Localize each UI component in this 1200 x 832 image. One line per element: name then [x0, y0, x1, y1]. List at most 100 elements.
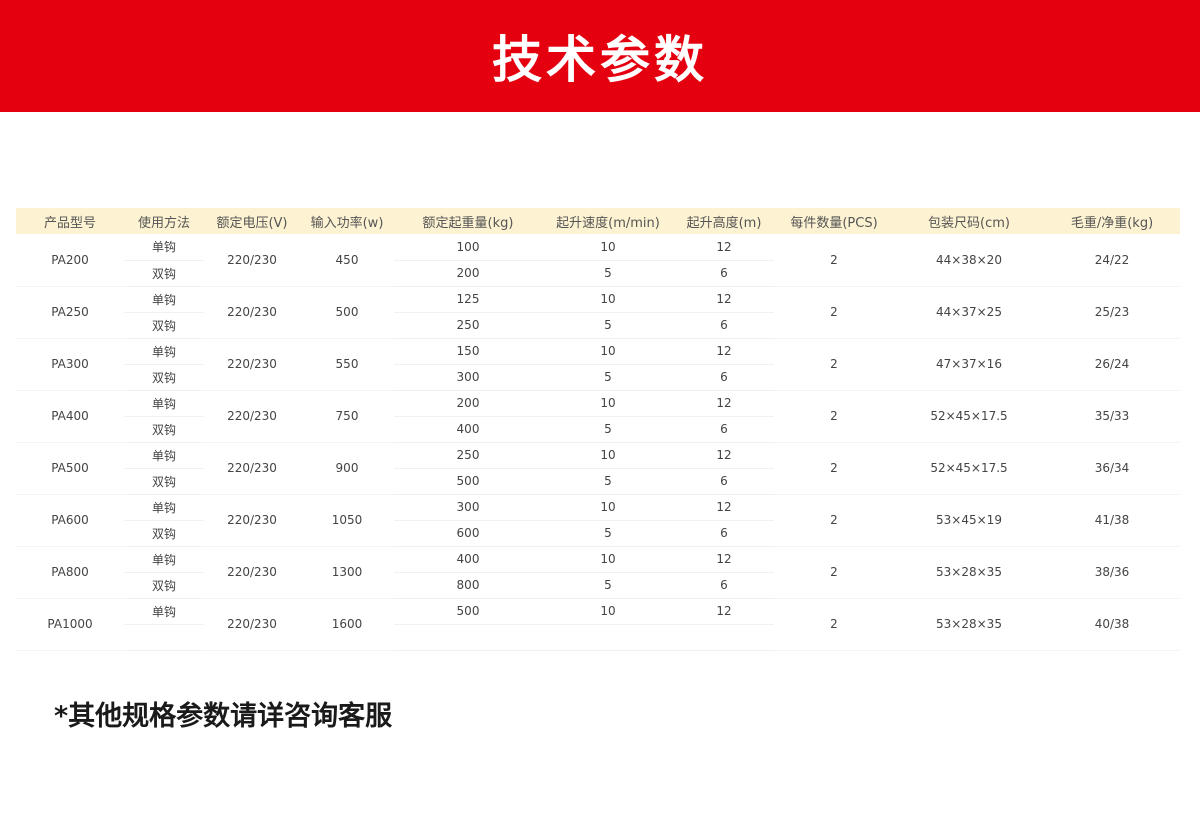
cell-power: 1050: [300, 494, 394, 547]
cell-speed: 5: [542, 572, 674, 599]
cell-power: 1600: [300, 598, 394, 651]
cell-speed: [542, 624, 674, 651]
cell-pack-size: 47×37×16: [894, 338, 1044, 391]
table-row: PA300 单钩 220/230 550 150 10 12 2 47×37×16 26/24: [16, 338, 1180, 391]
spec-table-container: 产品型号 使用方法 额定电压(V) 输入功率(w) 额定起重量(kg) 起升速度…: [16, 208, 1180, 651]
cell-load: 400: [394, 546, 542, 573]
cell-weight: 41/38: [1044, 494, 1180, 547]
cell-load: 800: [394, 572, 542, 599]
header-cell: 包装尺码(cm): [894, 208, 1044, 234]
cell-voltage: 220/230: [204, 234, 300, 287]
cell-weight: 40/38: [1044, 598, 1180, 651]
cell-load: 500: [394, 468, 542, 495]
page-title: 技术参数: [492, 31, 708, 89]
cell-method: 双钩: [124, 312, 204, 339]
cell-speed: 10: [542, 598, 674, 625]
header-cell: 起升速度(m/min): [542, 208, 674, 234]
table-row: PA250 单钩 220/230 500 125 10 12 2 44×37×25 25/23: [16, 286, 1180, 339]
cell-speed: 10: [542, 546, 674, 573]
cell-height: 12: [674, 390, 774, 417]
cell-height: 6: [674, 520, 774, 547]
cell-height: 6: [674, 260, 774, 287]
cell-height: 12: [674, 546, 774, 573]
cell-load: 500: [394, 598, 542, 625]
cell-pack-size: 44×38×20: [894, 234, 1044, 287]
spec-table: 产品型号 使用方法 额定电压(V) 输入功率(w) 额定起重量(kg) 起升速度…: [16, 208, 1180, 651]
cell-pack-size: 44×37×25: [894, 286, 1044, 339]
cell-method: 单钩: [124, 494, 204, 521]
header-cell: 额定电压(V): [204, 208, 300, 234]
cell-method: 双钩: [124, 364, 204, 391]
cell-height: 12: [674, 234, 774, 261]
cell-speed: 5: [542, 260, 674, 287]
cell-load: 150: [394, 338, 542, 365]
cell-model: PA300: [16, 338, 124, 391]
cell-speed: 10: [542, 338, 674, 365]
cell-method: 单钩: [124, 598, 204, 625]
cell-load: 250: [394, 312, 542, 339]
cell-method: 单钩: [124, 338, 204, 365]
cell-method: 双钩: [124, 416, 204, 443]
cell-pack-size: 53×28×35: [894, 598, 1044, 651]
cell-voltage: 220/230: [204, 442, 300, 495]
cell-model: PA800: [16, 546, 124, 599]
cell-height: 6: [674, 416, 774, 443]
header-cell: 额定起重量(kg): [394, 208, 542, 234]
cell-method: [124, 624, 204, 651]
cell-voltage: 220/230: [204, 286, 300, 339]
cell-method: 双钩: [124, 468, 204, 495]
cell-method: 单钩: [124, 234, 204, 261]
cell-height: 12: [674, 338, 774, 365]
header-cell: 毛重/净重(kg): [1044, 208, 1180, 234]
cell-load: 200: [394, 260, 542, 287]
cell-height: [674, 624, 774, 651]
cell-voltage: 220/230: [204, 338, 300, 391]
cell-speed: 10: [542, 494, 674, 521]
table-row: PA1000 单钩 220/230 1600 500 10 12 2 53×28×35 40/38: [16, 598, 1180, 651]
cell-load: 125: [394, 286, 542, 313]
cell-power: 900: [300, 442, 394, 495]
cell-height: 6: [674, 572, 774, 599]
title-banner: 技术参数: [0, 0, 1200, 112]
cell-height: 12: [674, 494, 774, 521]
cell-method: 单钩: [124, 546, 204, 573]
cell-load: 200: [394, 390, 542, 417]
table-row: PA600 单钩 220/230 1050 300 10 12 2 53×45×19 41/38: [16, 494, 1180, 547]
cell-speed: 5: [542, 364, 674, 391]
footnote: *其他规格参数请详咨询客服: [54, 701, 393, 732]
cell-load: 250: [394, 442, 542, 469]
cell-model: PA200: [16, 234, 124, 287]
cell-height: 12: [674, 286, 774, 313]
table-row: PA800 单钩 220/230 1300 400 10 12 2 53×28×35 38/36: [16, 546, 1180, 599]
cell-voltage: 220/230: [204, 494, 300, 547]
cell-power: 500: [300, 286, 394, 339]
cell-speed: 5: [542, 520, 674, 547]
cell-speed: 10: [542, 390, 674, 417]
table-row: PA500 单钩 220/230 900 250 10 12 2 52×45×17.5 36/34: [16, 442, 1180, 495]
cell-load: 100: [394, 234, 542, 261]
header-cell: 每件数量(PCS): [774, 208, 894, 234]
cell-speed: 10: [542, 286, 674, 313]
cell-pack-size: 53×28×35: [894, 546, 1044, 599]
cell-load: [394, 624, 542, 651]
cell-method: 单钩: [124, 286, 204, 313]
cell-qty: 2: [774, 598, 894, 651]
cell-speed: 10: [542, 442, 674, 469]
cell-power: 1300: [300, 546, 394, 599]
cell-voltage: 220/230: [204, 390, 300, 443]
cell-voltage: 220/230: [204, 598, 300, 651]
cell-weight: 35/33: [1044, 390, 1180, 443]
cell-model: PA1000: [16, 598, 124, 651]
cell-weight: 38/36: [1044, 546, 1180, 599]
cell-speed: 10: [542, 234, 674, 261]
cell-qty: 2: [774, 234, 894, 287]
cell-method: 单钩: [124, 390, 204, 417]
cell-speed: 5: [542, 416, 674, 443]
table-header-row: 产品型号 使用方法 额定电压(V) 输入功率(w) 额定起重量(kg) 起升速度…: [16, 208, 1180, 234]
cell-power: 550: [300, 338, 394, 391]
cell-pack-size: 52×45×17.5: [894, 390, 1044, 443]
header-cell: 使用方法: [124, 208, 204, 234]
cell-model: PA400: [16, 390, 124, 443]
cell-method: 双钩: [124, 520, 204, 547]
cell-model: PA600: [16, 494, 124, 547]
